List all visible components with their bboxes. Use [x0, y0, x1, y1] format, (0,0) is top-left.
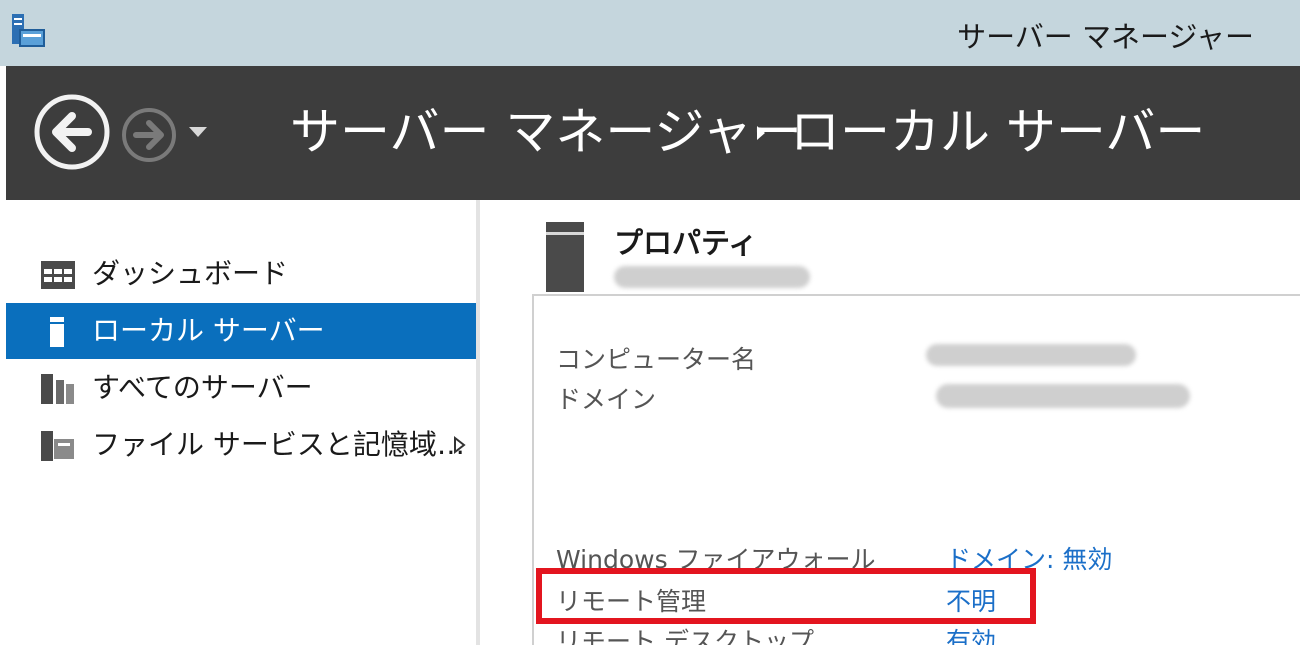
file-storage-icon: [40, 431, 76, 461]
sidebar-item-dashboard[interactable]: ダッシュボード: [6, 246, 476, 302]
window-titlebar: サーバー マネージャー: [0, 0, 1300, 66]
sidebar-item-label: ローカル サーバー: [92, 314, 325, 347]
sidebar-item-label: ファイル サービスと記憶域…: [92, 428, 465, 461]
breadcrumb-server-manager[interactable]: サーバー マネージャー: [290, 100, 802, 164]
expand-arrow-icon[interactable]: [452, 435, 466, 455]
sidebar-item-file-storage[interactable]: ファイル サービスと記憶域…: [6, 417, 476, 473]
dashboard-icon: [40, 260, 76, 290]
sidebar-item-label: すべてのサーバー: [92, 371, 313, 404]
server-manager-app-icon: [10, 12, 46, 50]
back-button[interactable]: [32, 92, 112, 172]
properties-title: プロパティ: [614, 226, 758, 260]
remote-management-highlight-box: [536, 568, 1036, 624]
redacted-server-name: [614, 266, 810, 288]
navigation-header: サーバー マネージャー ローカル サーバー: [6, 66, 1300, 200]
redacted-domain: [936, 384, 1190, 408]
window-title: サーバー マネージャー: [957, 20, 1254, 54]
main-content: プロパティ コンピューター名 ドメイン Windows ファイアウォール ドメイ…: [480, 200, 1300, 645]
local-server-icon: [40, 317, 76, 347]
breadcrumb-local-server: ローカル サーバー: [790, 103, 1206, 161]
domain-label: ドメイン: [556, 385, 657, 414]
redacted-computer-name: [926, 344, 1136, 366]
sidebar-item-local-server[interactable]: ローカル サーバー: [6, 303, 476, 359]
remote-desktop-label: リモート デスクトップ: [556, 627, 814, 645]
forward-button[interactable]: [120, 106, 178, 164]
remote-desktop-status-link[interactable]: 有効: [946, 622, 996, 645]
computer-name-label: コンピューター名: [556, 345, 757, 374]
history-dropdown-button[interactable]: [186, 122, 210, 142]
forward-arrow-icon: [122, 108, 176, 162]
back-arrow-icon: [34, 94, 110, 170]
server-tower-icon: [546, 222, 584, 292]
sidebar-item-all-servers[interactable]: すべてのサーバー: [6, 360, 476, 416]
breadcrumb-separator-icon: [754, 124, 768, 142]
sidebar-item-label: ダッシュボード: [92, 257, 289, 290]
all-servers-icon: [40, 374, 76, 404]
sidebar: ダッシュボード ローカル サーバー すべてのサーバー ファイル サービスと記憶域…: [6, 200, 476, 645]
chevron-down-icon: [189, 127, 207, 137]
